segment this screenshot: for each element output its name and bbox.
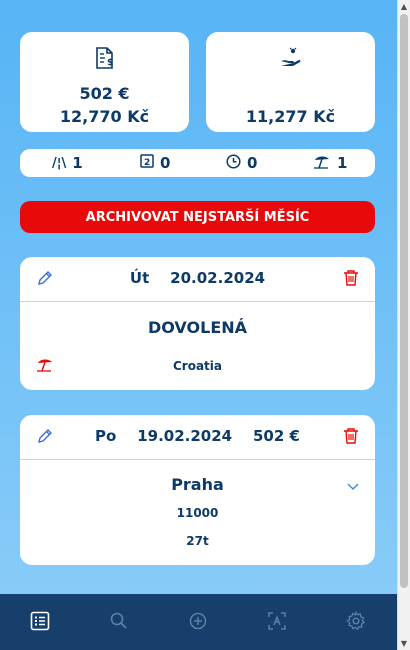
entry-detail-line1: 11000	[176, 506, 219, 520]
expense-amount-czk: 12,770 Kč	[59, 107, 150, 126]
expense-summary-card: $ 502 € 12,770 Kč	[20, 32, 189, 132]
entry-date-title: Po 19.02.2024 502 €	[20, 427, 375, 445]
scan-icon[interactable]	[267, 611, 289, 633]
vertical-scrollbar[interactable]: ▲ ▼	[397, 0, 410, 650]
entry-date: 20.02.2024	[170, 269, 266, 287]
income-amount-czk: 11,277 Kč	[245, 107, 336, 126]
invoice-dollar-icon: $	[20, 46, 189, 70]
entry-day: Po	[95, 427, 117, 445]
counter-road-value: 1	[72, 154, 83, 172]
trash-icon[interactable]	[343, 427, 359, 449]
clock-icon	[226, 153, 241, 173]
settings-icon[interactable]	[346, 610, 368, 633]
numbered-box-icon: 2	[140, 154, 154, 172]
entry-type: DOVOLENÁ	[147, 318, 248, 337]
entry-detail-line2: 27t	[186, 534, 209, 548]
entry-header: Po 19.02.2024 502 €	[20, 415, 375, 460]
entry-date: 19.02.2024	[137, 427, 233, 445]
income-summary-card: 11,277 Kč	[206, 32, 375, 132]
entry-date-title: Út 20.02.2024	[20, 269, 375, 287]
entry-day: Út	[129, 269, 150, 287]
trash-icon[interactable]	[343, 269, 359, 291]
counter-numbered-value: 0	[160, 154, 171, 172]
entry-card: Út 20.02.2024 DOVOLENÁ Croatia	[20, 257, 375, 390]
counter-clock-value: 0	[247, 154, 258, 172]
counter-vacation[interactable]: 1	[313, 149, 347, 177]
list-icon[interactable]	[30, 611, 52, 633]
bottom-navigation	[0, 594, 397, 650]
svg-text:2: 2	[144, 158, 150, 168]
app-screen: $ 502 € 12,770 Kč 11,277 Kč /¦\ 1 2 0 0 …	[0, 0, 397, 650]
scrollbar-thumb[interactable]	[400, 14, 408, 588]
entry-header: Út 20.02.2024	[20, 257, 375, 302]
entry-city: Praha	[171, 475, 224, 494]
beach-umbrella-icon	[36, 357, 54, 376]
entry-card: Po 19.02.2024 502 € Praha 11000 27t	[20, 415, 375, 565]
svg-text:$: $	[107, 58, 113, 68]
beach-umbrella-icon	[313, 154, 331, 173]
counter-bar: /¦\ 1 2 0 0 1	[20, 149, 375, 177]
expense-amount-eur: 502 €	[79, 84, 130, 103]
entry-amount: 502 €	[253, 427, 300, 445]
entry-location: Croatia	[172, 359, 222, 373]
search-icon[interactable]	[109, 611, 131, 633]
archive-oldest-month-button[interactable]: ARCHIVOVAT NEJSTARŠÍ MĚSÍC	[20, 201, 375, 233]
counter-numbered[interactable]: 2 0	[140, 149, 170, 177]
counter-road[interactable]: /¦\ 1	[52, 149, 83, 177]
scroll-up-arrow-icon[interactable]: ▲	[398, 2, 410, 11]
add-icon[interactable]	[188, 611, 210, 633]
counter-vacation-value: 1	[337, 154, 348, 172]
hand-coin-icon	[206, 46, 375, 70]
counter-clock[interactable]: 0	[226, 149, 257, 177]
scroll-down-arrow-icon[interactable]: ▼	[398, 639, 410, 648]
chevron-down-icon[interactable]	[347, 476, 359, 495]
road-icon: /¦\	[52, 155, 67, 171]
